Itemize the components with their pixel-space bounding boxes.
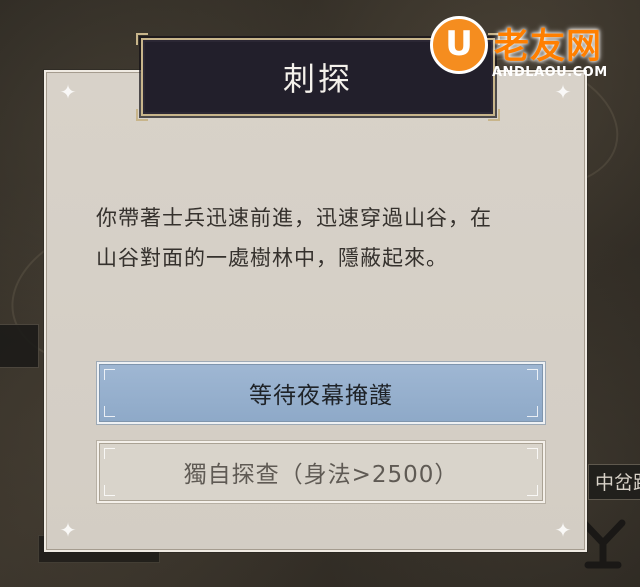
watermark: U 老友网 ANDLAOU.COM	[430, 16, 635, 86]
button-corner-icon	[104, 369, 115, 380]
corner-ornament-icon: ✦	[554, 518, 572, 542]
event-dialog: ✦ ✦ ✦ ✦ 你帶著士兵迅速前進，迅速穿過山谷，在 山谷對面的一處樹林中，隱蔽…	[44, 70, 587, 552]
button-corner-icon	[104, 448, 115, 459]
watermark-name: 老友网	[494, 27, 603, 67]
button-corner-icon	[527, 369, 538, 380]
corner-ornament-icon: ✦	[59, 518, 77, 542]
corner-ornament-icon: ✦	[59, 80, 77, 104]
left-map-marker	[0, 324, 39, 368]
choice-label: 獨自探查（身法>2500）	[183, 462, 459, 488]
solo-scout-button[interactable]: 獨自探查（身法>2500）	[97, 441, 545, 503]
choice-label: 等待夜幕掩護	[249, 383, 393, 409]
button-corner-icon	[104, 406, 115, 417]
watermark-mark: U	[445, 24, 473, 64]
button-corner-icon	[527, 448, 538, 459]
button-corner-icon	[104, 485, 115, 496]
watermark-url: ANDLAOU.COM	[492, 65, 608, 80]
button-corner-icon	[527, 485, 538, 496]
right-map-label: 中岔路	[588, 464, 640, 500]
story-text: 你帶著士兵迅速前進，迅速穿過山谷，在 山谷對面的一處樹林中，隱蔽起來。	[96, 206, 492, 270]
wait-nightfall-button[interactable]: 等待夜幕掩護	[97, 362, 545, 424]
button-corner-icon	[527, 406, 538, 417]
